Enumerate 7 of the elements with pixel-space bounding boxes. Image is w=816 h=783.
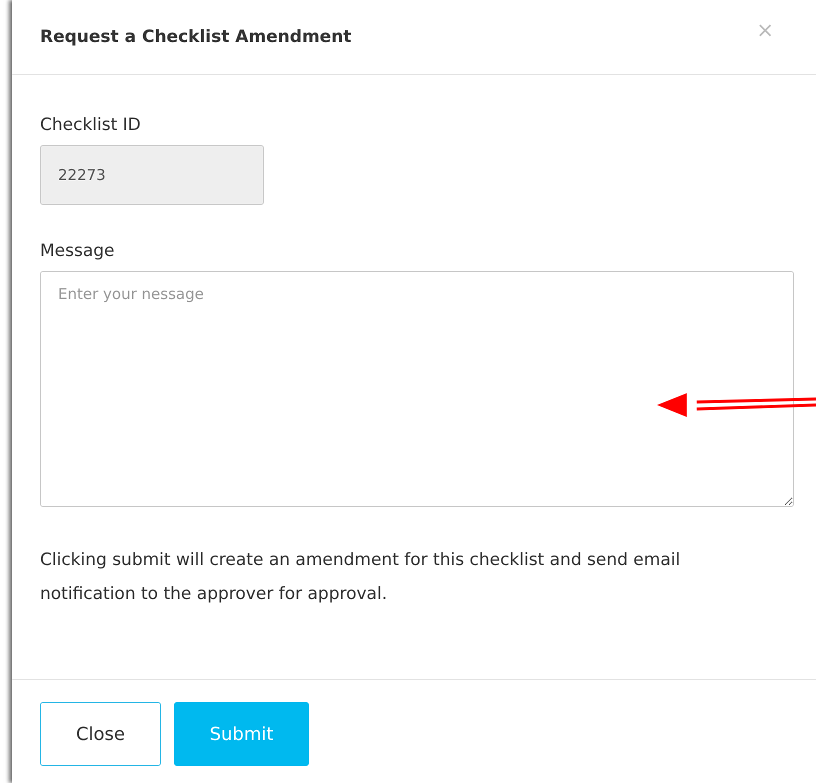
message-field[interactable]: Enter your nessage xyxy=(40,271,794,507)
field-label: Checklist ID xyxy=(40,115,142,135)
field-label: Message xyxy=(40,241,116,261)
dialog-title: Request a Checklist Amendment xyxy=(40,27,352,47)
notice-text: Clicking submit will create an amendment for this checklist and send email notification to the approver for approval. xyxy=(40,549,682,606)
id-field[interactable]: 22273 xyxy=(40,145,264,205)
close-button[interactable]: Close xyxy=(40,702,161,766)
